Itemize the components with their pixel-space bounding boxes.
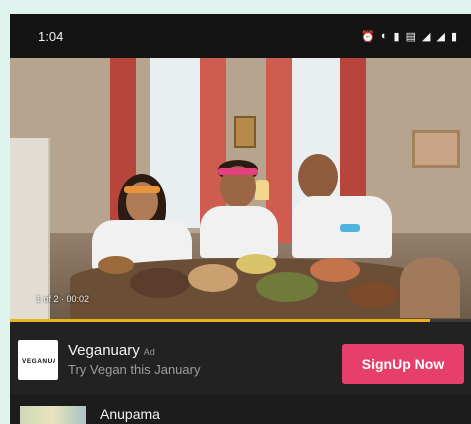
ad-subtitle: Try Vegan this January (68, 362, 201, 377)
video-scene-picture (412, 130, 460, 168)
status-bar: 1:04 ⏰ ◐ ▮ ▤ ◢ ◢ ▮ (10, 14, 471, 58)
video-scene-lamp (255, 180, 269, 200)
ad-title: Veganuary (68, 342, 140, 359)
veganuary-logo-icon: VEGANUARY (22, 358, 55, 365)
status-icons: ⏰ ◐ ▮ ▤ ◢ ◢ ▮ (361, 30, 457, 43)
ad-banner[interactable]: VEGANUARY VeganuaryAd Try Vegan this Jan… (10, 322, 471, 394)
signal-icon: ◢ (436, 30, 445, 43)
video-player[interactable] (10, 58, 471, 321)
volte-icon: ▤ (405, 30, 416, 43)
battery-icon: ▮ (450, 30, 457, 43)
signal-icon: ◢ (422, 30, 431, 43)
status-time: 1:04 (38, 28, 64, 44)
advertiser-logo: VEGANUARY (18, 340, 58, 380)
video-counter: 1 of 2 · 00:02 (36, 294, 90, 304)
vibrate-icon: ▮ (393, 30, 400, 43)
next-video-title: Anupama (100, 406, 160, 422)
signup-button[interactable]: SignUp Now (342, 344, 464, 384)
svg-text:VEGANUARY: VEGANUARY (22, 358, 55, 365)
alarm-icon: ⏰ (361, 30, 375, 43)
next-video-item[interactable]: Anupama (10, 394, 471, 424)
ad-tag: Ad (143, 347, 155, 357)
next-video-thumbnail[interactable] (20, 406, 86, 424)
phone-screen: 1:04 ⏰ ◐ ▮ ▤ ◢ ◢ ▮ 1 of 2 · 00:02 VEGANU… (10, 14, 471, 424)
ad-title-line: Veganuary Ad (68, 342, 155, 359)
data-saver-icon: ◐ (380, 30, 388, 42)
video-scene-picture (234, 116, 256, 148)
